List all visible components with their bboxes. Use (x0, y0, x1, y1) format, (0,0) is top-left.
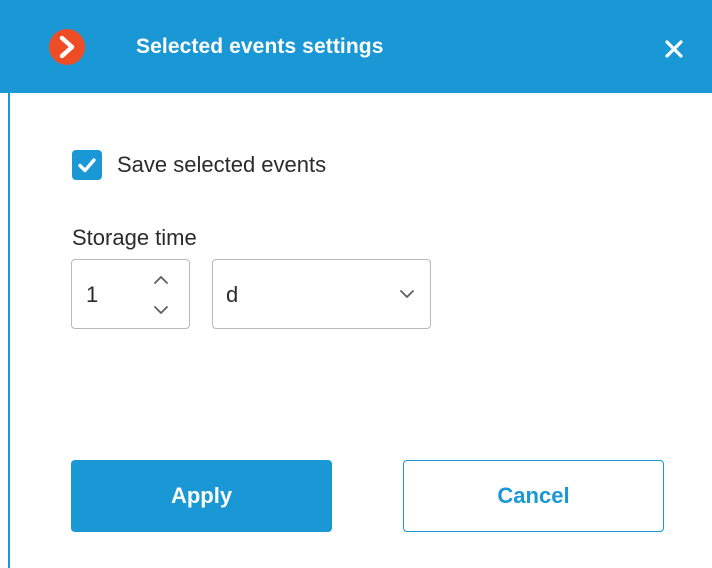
storage-time-stepper[interactable]: 1 (71, 259, 190, 329)
close-icon (665, 40, 683, 58)
apply-button[interactable]: Apply (71, 460, 332, 532)
chevron-down-icon (400, 290, 414, 298)
title-bar: Selected events settings (0, 0, 712, 93)
app-logo-icon (49, 29, 85, 65)
save-events-row: Save selected events (72, 148, 326, 182)
storage-time-label: Storage time (72, 225, 197, 250)
close-button[interactable] (654, 29, 694, 69)
cancel-button[interactable]: Cancel (403, 460, 664, 532)
chevron-down-icon (154, 306, 168, 314)
stepper-increment-button[interactable] (148, 268, 174, 292)
checkmark-icon (78, 158, 96, 173)
window-left-border (8, 93, 10, 568)
save-events-label[interactable]: Save selected events (117, 152, 326, 178)
stepper-decrement-button[interactable] (148, 298, 174, 322)
selected-events-settings-dialog: Selected events settings Save selected e… (0, 0, 712, 568)
dialog-title: Selected events settings (136, 35, 384, 58)
storage-time-unit-select[interactable]: d (212, 259, 431, 329)
save-events-checkbox[interactable] (72, 150, 102, 180)
storage-time-unit-value: d (226, 282, 239, 307)
storage-time-value[interactable]: 1 (86, 260, 98, 330)
chevron-up-icon (154, 276, 168, 284)
